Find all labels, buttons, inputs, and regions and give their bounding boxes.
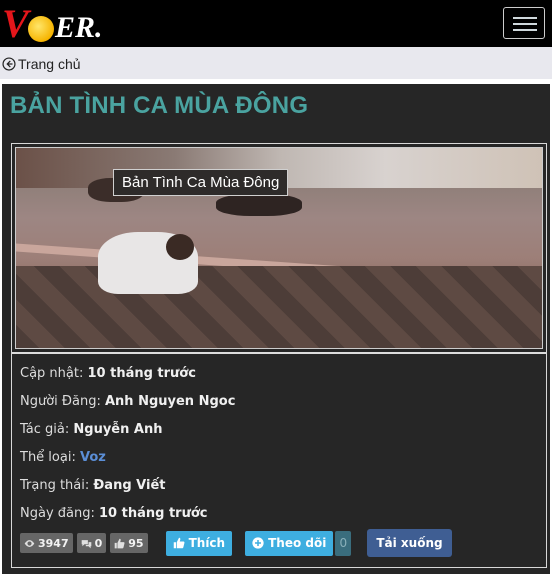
- top-navbar: V ER.: [0, 0, 552, 47]
- cover-sidewalk: [16, 266, 542, 348]
- genre-link[interactable]: Voz: [80, 450, 106, 465]
- views-badge: 3947: [20, 533, 73, 553]
- logo-letters-er: ER.: [55, 11, 103, 44]
- hamburger-bar: [513, 17, 537, 19]
- story-card: Bản Tình Ca Mùa Đông Cập nhật: 10 tháng …: [11, 143, 547, 568]
- hamburger-menu-button[interactable]: [503, 7, 545, 39]
- download-button[interactable]: Tải xuống: [367, 529, 452, 557]
- info-published: Ngày đăng: 10 tháng trước: [20, 506, 208, 521]
- story-panel: BẢN TÌNH CA MÙA ĐÔNG Bản Tình Ca Mùa Đôn…: [2, 84, 550, 574]
- info-status: Trạng thái: Đang Viết: [20, 478, 166, 493]
- eye-icon: [24, 539, 35, 547]
- cover-tooltip: Bản Tình Ca Mùa Đông: [113, 169, 289, 196]
- story-cover-image[interactable]: Bản Tình Ca Mùa Đông: [15, 147, 543, 349]
- info-author: Tác giả: Nguyễn Anh: [20, 422, 163, 437]
- likes-badge: 95: [110, 533, 148, 553]
- breadcrumb-home-label: Trang chủ: [18, 56, 81, 72]
- follow-count: 0: [335, 530, 352, 556]
- logo-letter-v: V: [2, 1, 29, 46]
- cover-motorbike: [216, 194, 302, 216]
- like-button[interactable]: Thích: [165, 530, 233, 556]
- comments-icon: [81, 539, 91, 548]
- arrow-circle-left-icon: [2, 57, 16, 71]
- hamburger-bar: [513, 23, 537, 25]
- breadcrumb-home-link[interactable]: Trang chủ: [2, 56, 81, 72]
- info-genre: Thể loại: Voz: [20, 450, 106, 465]
- info-updated: Cập nhật: 10 tháng trước: [20, 366, 196, 381]
- story-actions-row: 3947 0 95 Thích Theo dõi 0 Tải xuống: [20, 529, 452, 557]
- plus-circle-icon: [252, 537, 264, 549]
- logo-sun-icon: [28, 16, 54, 42]
- main-content: BẢN TÌNH CA MÙA ĐÔNG Bản Tình Ca Mùa Đôn…: [0, 79, 552, 574]
- breadcrumb: Trang chủ: [0, 47, 552, 79]
- info-uploader: Người Đăng: Anh Nguyen Ngoc: [20, 394, 236, 409]
- comments-badge: 0: [76, 533, 107, 553]
- thumbs-up-icon: [173, 537, 185, 549]
- story-title: BẢN TÌNH CA MÙA ĐÔNG: [10, 92, 309, 119]
- thumbs-up-icon: [114, 538, 125, 548]
- cover-person-head: [166, 234, 194, 260]
- hamburger-bar: [513, 29, 537, 31]
- site-logo[interactable]: V ER.: [2, 1, 103, 46]
- card-divider: [12, 352, 546, 354]
- follow-button[interactable]: Theo dõi: [245, 530, 334, 556]
